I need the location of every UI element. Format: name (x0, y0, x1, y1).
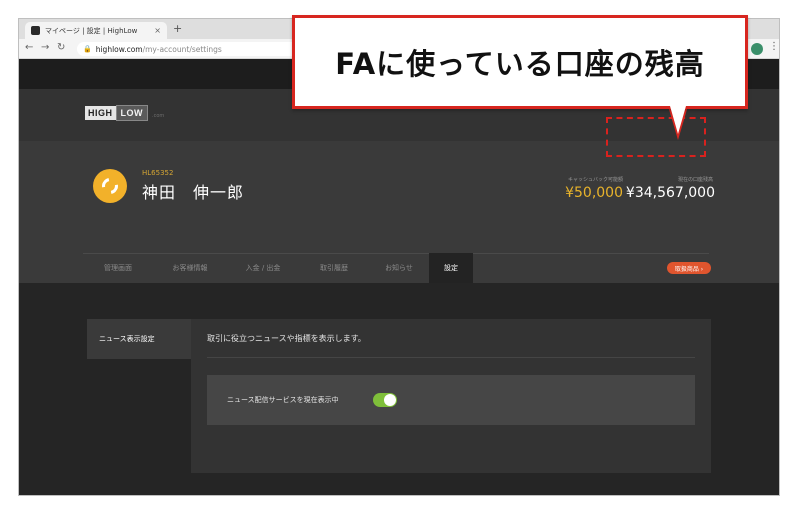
news-setting-label: ニュース配信サービスを現在表示中 (227, 396, 339, 404)
cashback-label: キャッシュバック可能額 (567, 177, 623, 183)
profile-avatar-icon[interactable] (751, 43, 763, 55)
avatar (93, 169, 127, 203)
annotation-callout: FAに使っている口座の残高 (292, 15, 748, 109)
news-setting-row: ニュース配信サービスを現在表示中 (207, 375, 695, 425)
news-toggle[interactable] (373, 393, 397, 407)
lock-icon: 🔒 (83, 45, 92, 53)
tab-title: マイページ | 設定 | HighLow (45, 26, 138, 35)
nav-trade-history[interactable]: 取引履歴 (299, 253, 369, 283)
browser-menu-icon[interactable]: ⋮ (769, 41, 779, 52)
account-nav: 管理画面 お客様情報 入金 / 出金 取引履歴 お知らせ 設定 取扱商品 › (19, 253, 779, 283)
new-tab-icon[interactable]: + (173, 22, 182, 35)
nav-news[interactable]: お知らせ (369, 253, 429, 283)
nav-customer-info[interactable]: お客様情報 (153, 253, 227, 283)
site-favicon-icon (31, 26, 40, 35)
nav-dashboard[interactable]: 管理画面 (83, 253, 153, 283)
url-host: highlow.com (95, 44, 143, 54)
callout-tail-inner (670, 106, 686, 134)
balance-highlight-box (606, 117, 706, 157)
url-path: /my-account/settings (142, 44, 222, 54)
nav-settings[interactable]: 設定 (429, 253, 473, 283)
nav-deposit-withdraw[interactable]: 入金 / 出金 (227, 253, 299, 283)
user-id: HL65352 (142, 169, 174, 177)
balance-label: 現在の口座残高 (677, 177, 713, 183)
back-icon[interactable]: ← (25, 42, 33, 53)
products-button[interactable]: 取扱商品 › (667, 262, 711, 274)
settings-content: ニュース表示設定 取引に役立つニュースや指標を表示します。 ニュース配信サービス… (19, 283, 779, 495)
settings-panel: 取引に役立つニュースや指標を表示します。 ニュース配信サービスを現在表示中 (191, 319, 711, 473)
user-name: 神田 伸一郎 (142, 183, 245, 202)
panel-description: 取引に役立つニュースや指標を表示します。 (207, 334, 366, 343)
logo-com: .com (152, 113, 165, 119)
highlow-logo[interactable]: HIGH LOW .com (85, 105, 164, 121)
callout-text: FAに使っている口座の残高 (335, 47, 705, 81)
logo-low: LOW (115, 105, 148, 121)
sidebar-item-news-display[interactable]: ニュース表示設定 (87, 319, 191, 359)
forward-icon[interactable]: → (41, 42, 49, 53)
divider (207, 357, 695, 358)
logo-high: HIGH (85, 106, 116, 120)
refresh-icon (98, 174, 122, 198)
cashback-value: ¥50,000 (565, 185, 623, 201)
tab-close-icon[interactable]: × (154, 26, 161, 35)
browser-tab[interactable]: マイページ | 設定 | HighLow × (25, 22, 167, 39)
reload-icon[interactable]: ↻ (57, 42, 65, 53)
balance-value: ¥34,567,000 (625, 185, 715, 201)
toggle-knob (384, 394, 396, 406)
